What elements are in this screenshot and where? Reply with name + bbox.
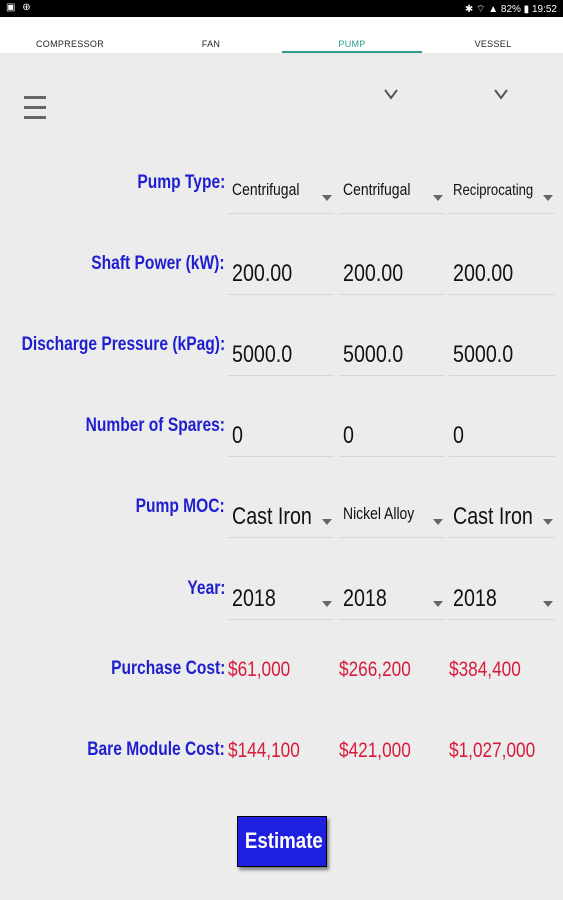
purchase-cost-label: Purchase Cost:	[110, 658, 225, 679]
bare-module-cost-value-2: $421,000	[339, 739, 411, 762]
dropdown-arrow-icon	[433, 601, 443, 607]
shaft-power-value: 200.00	[343, 260, 404, 287]
pump-moc-select-1[interactable]: Cast Iron	[228, 494, 334, 538]
spares-value: 0	[453, 422, 464, 449]
purchase-cost-value-1: $61,000	[228, 658, 291, 681]
dropdown-arrow-icon	[322, 519, 332, 525]
spares-input-1[interactable]: 0	[228, 413, 334, 457]
year-select-3[interactable]: 2018	[449, 576, 555, 620]
spares-input-2[interactable]: 0	[339, 413, 445, 457]
dropdown-arrow-icon	[322, 601, 332, 607]
spares-input-3[interactable]: 0	[449, 413, 555, 457]
shaft-power-label: Shaft Power (kW):	[91, 253, 225, 274]
status-bar: ▣ ⊕ ✱ ⌔ ▲ 82% ▮ 19:52	[0, 0, 563, 17]
dropdown-arrow-icon	[543, 519, 553, 525]
estimate-button-label: Estimate	[244, 828, 323, 853]
pump-type-select-3[interactable]: Reciprocating	[449, 170, 555, 214]
tab-vessel[interactable]: VESSEL	[423, 39, 563, 49]
year-value: 2018	[232, 585, 276, 612]
discharge-pressure-value: 5000.0	[453, 341, 514, 368]
discharge-pressure-input-1[interactable]: 5000.0	[228, 332, 334, 376]
shaft-power-value: 200.00	[232, 260, 293, 287]
spares-label: Number of Spares:	[85, 415, 225, 436]
year-select-2[interactable]: 2018	[339, 576, 445, 620]
column-3-chevron-down-icon[interactable]	[491, 84, 511, 102]
year-value: 2018	[453, 585, 497, 612]
year-select-1[interactable]: 2018	[228, 576, 334, 620]
spares-value: 0	[232, 422, 243, 449]
bare-module-cost-label: Bare Module Cost:	[87, 739, 225, 760]
spares-value: 0	[343, 422, 354, 449]
pump-moc-value: Cast Iron	[453, 503, 533, 530]
pump-type-label: Pump Type:	[136, 172, 225, 193]
shaft-power-input-2[interactable]: 200.00	[339, 251, 445, 295]
bare-module-cost-value-1: $144,100	[228, 739, 300, 762]
estimate-button[interactable]: Estimate	[237, 816, 327, 867]
notification-icons: ▣ ⊕	[6, 2, 33, 13]
shaft-power-value: 200.00	[453, 260, 514, 287]
shaft-power-input-3[interactable]: 200.00	[449, 251, 555, 295]
pump-moc-label: Pump MOC:	[135, 496, 225, 517]
pump-type-value: Centrifugal	[343, 180, 411, 199]
year-label: Year:	[186, 578, 225, 599]
tab-pump[interactable]: PUMP	[282, 39, 422, 49]
discharge-pressure-label: Discharge Pressure (kPag):	[21, 334, 225, 355]
pump-moc-value: Nickel Alloy	[343, 504, 415, 523]
purchase-cost-value-2: $266,200	[339, 658, 411, 681]
equipment-tab-bar: COMPRESSOR FAN PUMP VESSEL	[0, 17, 563, 53]
pump-type-value: Centrifugal	[232, 180, 300, 199]
active-tab-indicator	[282, 51, 422, 53]
purchase-cost-value-3: $384,400	[449, 658, 521, 681]
menu-icon[interactable]	[24, 96, 46, 122]
dropdown-arrow-icon	[543, 601, 553, 607]
tab-compressor[interactable]: COMPRESSOR	[0, 39, 140, 49]
dropdown-arrow-icon	[433, 195, 443, 201]
discharge-pressure-value: 5000.0	[343, 341, 404, 368]
dropdown-arrow-icon	[322, 195, 332, 201]
discharge-pressure-value: 5000.0	[232, 341, 293, 368]
bare-module-cost-value-3: $1,027,000	[449, 739, 536, 762]
dropdown-arrow-icon	[433, 519, 443, 525]
status-info: ✱ ⌔ ▲ 82% ▮ 19:52	[464, 4, 557, 15]
pump-type-select-2[interactable]: Centrifugal	[339, 170, 445, 214]
pump-moc-select-3[interactable]: Cast Iron	[449, 494, 555, 538]
shaft-power-input-1[interactable]: 200.00	[228, 251, 334, 295]
tab-fan[interactable]: FAN	[141, 39, 281, 49]
column-2-chevron-down-icon[interactable]	[381, 84, 401, 102]
pump-moc-select-2[interactable]: Nickel Alloy	[339, 494, 445, 538]
discharge-pressure-input-2[interactable]: 5000.0	[339, 332, 445, 376]
discharge-pressure-input-3[interactable]: 5000.0	[449, 332, 555, 376]
pump-type-value: Reciprocating	[453, 182, 534, 199]
pump-type-select-1[interactable]: Centrifugal	[228, 170, 334, 214]
year-value: 2018	[343, 585, 387, 612]
pump-moc-value: Cast Iron	[232, 503, 312, 530]
dropdown-arrow-icon	[543, 195, 553, 201]
